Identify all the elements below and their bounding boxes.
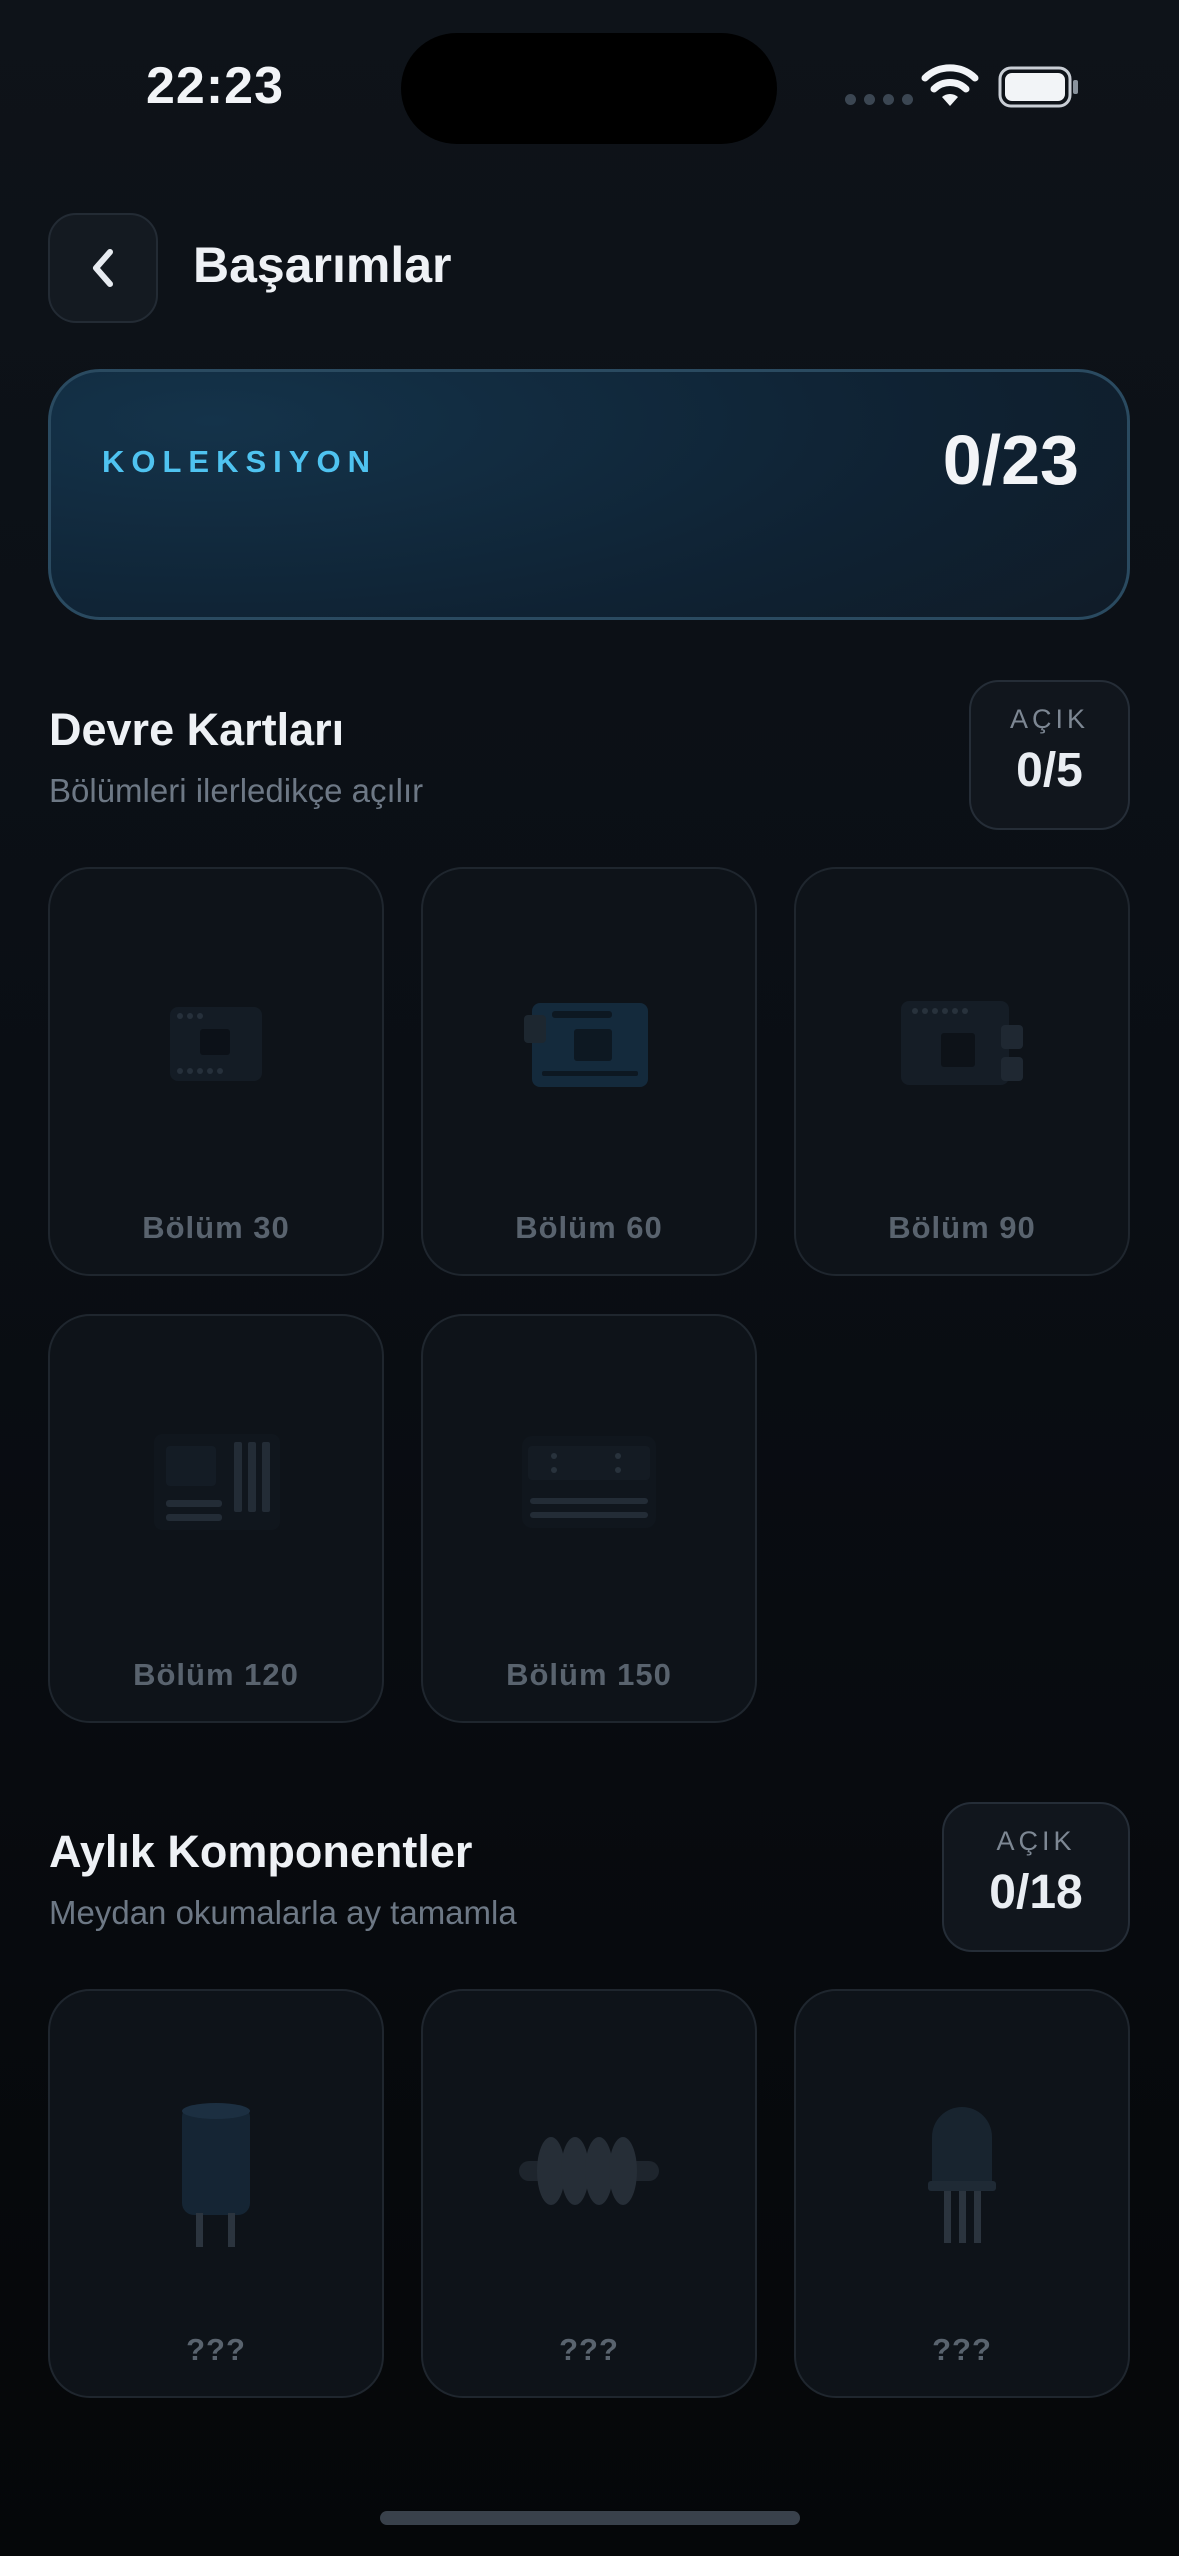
board-card-bolum-150[interactable]: Bölüm 150 [421, 1314, 757, 1723]
battery-icon [998, 66, 1078, 108]
breadboard-icon [522, 1436, 656, 1528]
capacitor-icon [182, 2103, 250, 2247]
unlocked-badge-monthly-components: AÇIK 0/18 [942, 1802, 1130, 1952]
card-label: Bölüm 30 [142, 1210, 290, 1245]
section-subtitle-circuit-boards: Bölümleri ilerledikçe açılır [49, 772, 424, 809]
pcb-board-icon [524, 1003, 648, 1087]
card-label: ??? [559, 2332, 619, 2367]
wifi-icon [921, 64, 979, 106]
microcontroller-board-icon [170, 1007, 262, 1081]
board-card-bolum-120[interactable]: Bölüm 120 [48, 1314, 384, 1723]
badge-label: AÇIK [996, 1826, 1076, 1856]
collection-label: KOLEKSIYON [102, 444, 377, 479]
badge-label: AÇIK [1009, 704, 1090, 734]
led-icon [928, 2107, 996, 2243]
card-label: Bölüm 60 [515, 1210, 663, 1245]
board-card-bolum-60[interactable]: Bölüm 60 [421, 867, 757, 1276]
section-title-monthly-components: Aylık Komponentler [49, 1826, 473, 1877]
status-time: 22:23 [146, 57, 284, 115]
badge-value: 0/5 [1016, 744, 1083, 797]
card-label: ??? [932, 2332, 992, 2367]
chevron-left-icon [93, 249, 113, 287]
dynamic-island [401, 33, 777, 144]
component-card-1[interactable]: ??? [48, 1989, 384, 2398]
home-indicator[interactable] [380, 2511, 800, 2525]
badge-value: 0/18 [989, 1866, 1083, 1919]
board-card-bolum-30[interactable]: Bölüm 30 [48, 867, 384, 1276]
cellular-signal-icon [845, 94, 913, 105]
component-card-3[interactable]: ??? [794, 1989, 1130, 2398]
section-title-circuit-boards: Devre Kartları [49, 704, 345, 755]
card-label: ??? [186, 2332, 246, 2367]
card-label: Bölüm 90 [888, 1210, 1036, 1245]
board-card-bolum-90[interactable]: Bölüm 90 [794, 867, 1130, 1276]
component-card-2[interactable]: ??? [421, 1989, 757, 2398]
inductor-coil-icon [519, 2137, 659, 2205]
card-label: Bölüm 150 [506, 1657, 672, 1692]
unlocked-badge-circuit-boards: AÇIK 0/5 [969, 680, 1130, 830]
page-title: Başarımlar [193, 237, 452, 293]
back-button[interactable] [48, 213, 158, 323]
motherboard-icon [154, 1434, 280, 1530]
dev-board-icon [901, 1001, 1023, 1085]
section-subtitle-monthly-components: Meydan okumalarla ay tamamla [49, 1894, 517, 1931]
card-label: Bölüm 120 [133, 1657, 299, 1692]
collection-count: 0/23 [942, 421, 1079, 499]
